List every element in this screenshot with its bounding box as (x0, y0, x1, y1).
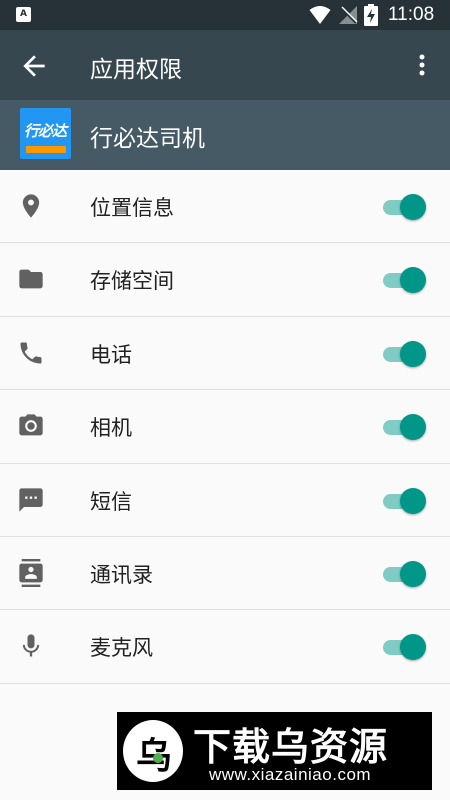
permission-row-storage[interactable]: 存储空间 (0, 243, 450, 317)
toggle-thumb (400, 340, 426, 367)
wifi-icon (309, 6, 331, 24)
app-name: 行必达司机 (90, 126, 205, 152)
toggle-thumb (400, 194, 426, 220)
toggle-thumb (400, 560, 426, 587)
watermark-url: www.xiazainiao.com (209, 765, 372, 784)
toolbar: 应用权限 (0, 30, 450, 100)
watermark-title: 下载乌资源 (193, 725, 389, 769)
app-logo-strip (26, 146, 66, 153)
permission-row-sms[interactable]: 短信 (0, 463, 450, 537)
watermark-banner: 乌 下载乌资源 www.xiazainiao.com (117, 712, 432, 790)
app-logo-text: 行必达 (24, 122, 67, 140)
permission-toggle[interactable] (383, 412, 428, 442)
folder-icon (19, 270, 43, 289)
permission-toggle[interactable] (383, 265, 428, 295)
permission-label: 麦克风 (90, 636, 153, 661)
permission-toggle[interactable] (383, 192, 428, 222)
camera-icon (19, 414, 43, 436)
status-bar: A 11:08 (0, 0, 450, 30)
permission-row-camera[interactable]: 相机 (0, 390, 450, 464)
permission-toggle[interactable] (383, 339, 428, 369)
more-vert-icon[interactable] (410, 52, 434, 78)
app-header: 行必达 行必达司机 (0, 100, 450, 170)
toggle-thumb (400, 267, 426, 294)
status-time: 11:08 (388, 4, 435, 25)
toggle-thumb (400, 414, 426, 441)
toggle-thumb (400, 487, 426, 514)
permission-label: 通讯录 (90, 562, 153, 587)
notification-icon-letter: A (20, 9, 27, 19)
no-signal-icon (339, 6, 358, 24)
toggle-thumb (400, 634, 426, 661)
permission-label: 相机 (90, 416, 132, 441)
permission-row-microphone[interactable]: 麦克风 (0, 610, 450, 684)
permission-row-phone[interactable]: 电话 (0, 316, 450, 391)
permission-label: 存储空间 (90, 269, 174, 294)
microphone-icon (22, 634, 40, 657)
app-logo-icon: 行必达 (20, 108, 71, 159)
permission-label: 电话 (90, 342, 132, 367)
notification-icon: A (16, 7, 31, 22)
arrow-left-icon[interactable] (18, 50, 50, 82)
watermark-logo-icon: 乌 (123, 720, 183, 782)
page-title: 应用权限 (90, 57, 182, 83)
permission-row-location[interactable]: 位置信息 (0, 170, 450, 244)
permission-list: 位置信息 存储空间 电话 相机 短信 通讯录 麦克风 (0, 170, 450, 684)
contacts-icon (19, 558, 43, 587)
permission-toggle[interactable] (383, 632, 428, 662)
battery-charging-icon (364, 4, 378, 26)
phone-icon (20, 342, 42, 364)
permission-toggle[interactable] (383, 559, 428, 589)
sms-icon (19, 487, 43, 512)
permission-label: 短信 (90, 489, 132, 514)
permission-toggle[interactable] (383, 486, 428, 516)
location-icon (22, 194, 40, 218)
permission-row-contacts[interactable]: 通讯录 (0, 536, 450, 611)
permission-label: 位置信息 (90, 196, 174, 220)
watermark-logo-dot (153, 753, 163, 763)
